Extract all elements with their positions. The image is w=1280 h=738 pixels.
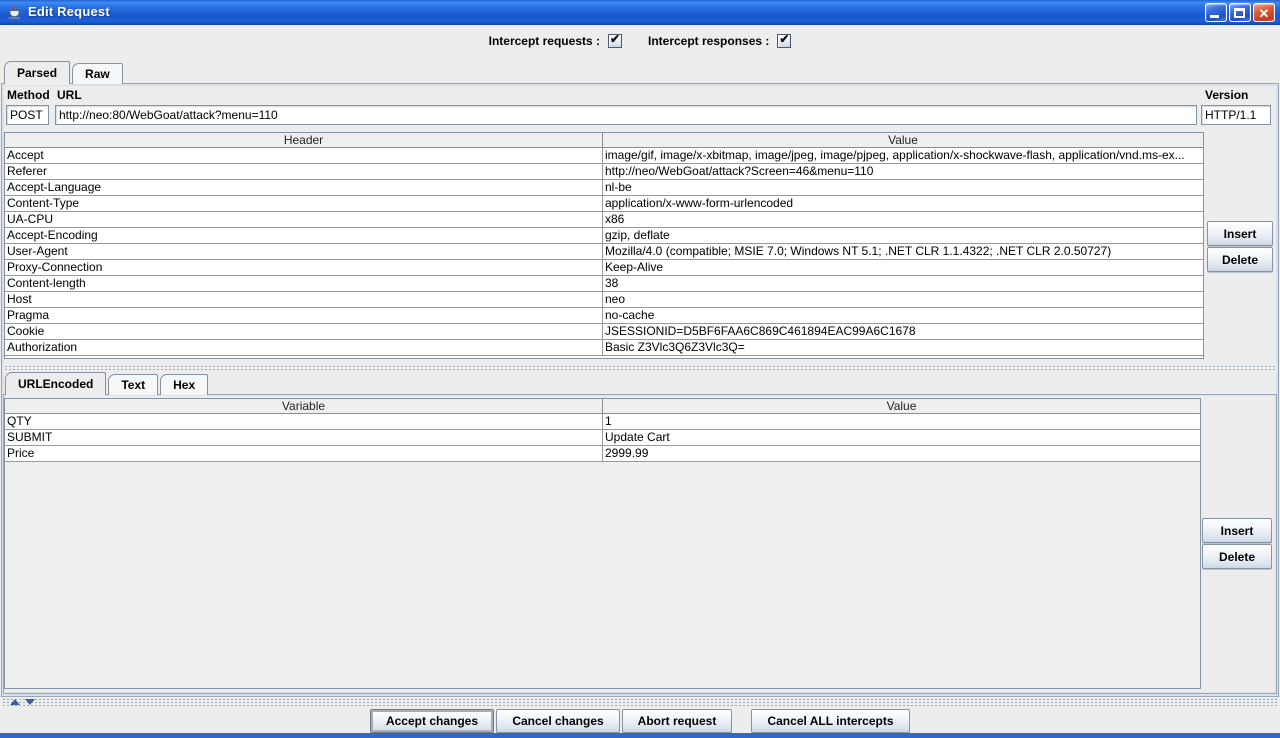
table-cell[interactable]: application/x-www-form-urlencoded — [603, 196, 1203, 211]
request-view-tabs: Parsed Raw — [4, 61, 123, 84]
tab-urlencoded[interactable]: URLEncoded — [5, 372, 106, 395]
table-cell[interactable]: Price — [5, 446, 603, 461]
table-row[interactable]: SUBMITUpdate Cart — [5, 430, 1200, 446]
table-row[interactable]: Price2999.99 — [5, 446, 1200, 462]
tab-raw[interactable]: Raw — [72, 63, 123, 84]
table-row[interactable]: AuthorizationBasic Z3Vlc3Q6Z3Vlc3Q= — [5, 340, 1203, 356]
abort-request-button[interactable]: Abort request — [622, 709, 732, 733]
split-divider-top[interactable] — [3, 364, 1277, 372]
table-cell[interactable]: Authorization — [5, 340, 603, 355]
table-row[interactable]: QTY1 — [5, 414, 1200, 430]
headers-delete-button[interactable]: Delete — [1207, 247, 1273, 272]
table-cell[interactable]: image/gif, image/x-xbitmap, image/jpeg, … — [603, 148, 1203, 163]
url-label: URL — [57, 88, 82, 102]
table-cell[interactable]: Content-Type — [5, 196, 603, 211]
table-row[interactable]: Hostneo — [5, 292, 1203, 308]
close-icon[interactable]: ✕ — [1253, 3, 1275, 22]
table-cell[interactable]: SUBMIT — [5, 430, 603, 445]
version-label: Version — [1205, 88, 1248, 102]
window-bottom-border — [0, 733, 1280, 738]
accept-changes-button[interactable]: Accept changes — [370, 709, 494, 733]
table-row[interactable]: Accept-Encodinggzip, deflate — [5, 228, 1203, 244]
table-row[interactable]: Content-Typeapplication/x-www-form-urlen… — [5, 196, 1203, 212]
table-cell[interactable]: User-Agent — [5, 244, 603, 259]
table-header-row: HeaderValue — [5, 133, 1203, 148]
footer-button-bar: Accept changes Cancel changes Abort requ… — [0, 706, 1280, 733]
url-input[interactable] — [55, 105, 1197, 125]
table-cell[interactable]: UA-CPU — [5, 212, 603, 227]
table-cell[interactable]: 1 — [603, 414, 1200, 429]
table-cell[interactable]: QTY — [5, 414, 603, 429]
table-row[interactable]: Pragmano-cache — [5, 308, 1203, 324]
intercept-requests-checkbox[interactable] — [608, 34, 622, 48]
java-cup-icon[interactable] — [6, 4, 23, 21]
content-view-tabs: URLEncoded Text Hex — [5, 372, 208, 395]
table-row[interactable]: UA-CPUx86 — [5, 212, 1203, 228]
window-title: Edit Request — [28, 4, 110, 19]
table-row[interactable]: CookieJSESSIONID=D5BF6FAA6C869C461894EAC… — [5, 324, 1203, 340]
table-cell[interactable]: Accept-Language — [5, 180, 603, 195]
minimize-icon[interactable] — [1205, 3, 1227, 22]
table-cell[interactable]: Pragma — [5, 308, 603, 323]
params-delete-button[interactable]: Delete — [1202, 544, 1272, 569]
intercept-responses-label: Intercept responses : — [648, 34, 769, 48]
table-cell[interactable]: Basic Z3Vlc3Q6Z3Vlc3Q= — [603, 340, 1203, 355]
headers-insert-button[interactable]: Insert — [1207, 221, 1273, 246]
params-insert-button[interactable]: Insert — [1202, 518, 1272, 543]
cancel-all-intercepts-button[interactable]: Cancel ALL intercepts — [751, 709, 910, 733]
table-row[interactable]: Refererhttp://neo/WebGoat/attack?Screen=… — [5, 164, 1203, 180]
table-cell[interactable]: JSESSIONID=D5BF6FAA6C869C461894EAC99A6C1… — [603, 324, 1203, 339]
intercept-options-bar: Intercept requests : Intercept responses… — [0, 25, 1280, 57]
column-header[interactable]: Header — [5, 133, 603, 147]
split-divider-bottom[interactable] — [1, 697, 1279, 706]
table-row[interactable]: Content-length38 — [5, 276, 1203, 292]
headers-table: HeaderValueAcceptimage/gif, image/x-xbit… — [4, 132, 1204, 359]
params-table: VariableValueQTY1SUBMITUpdate CartPrice2… — [4, 398, 1201, 689]
column-header[interactable]: Value — [603, 133, 1203, 147]
table-cell[interactable]: Update Cart — [603, 430, 1200, 445]
column-header[interactable]: Value — [603, 399, 1200, 413]
intercept-requests-label: Intercept requests : — [489, 34, 600, 48]
table-row[interactable]: Proxy-ConnectionKeep-Alive — [5, 260, 1203, 276]
table-cell[interactable]: nl-be — [603, 180, 1203, 195]
table-cell[interactable]: Proxy-Connection — [5, 260, 603, 275]
table-cell[interactable]: neo — [603, 292, 1203, 307]
intercept-responses-checkbox[interactable] — [777, 34, 791, 48]
tab-text[interactable]: Text — [108, 374, 158, 395]
table-cell[interactable]: Keep-Alive — [603, 260, 1203, 275]
cancel-changes-button[interactable]: Cancel changes — [496, 709, 620, 733]
table-cell[interactable]: http://neo/WebGoat/attack?Screen=46&menu… — [603, 164, 1203, 179]
maximize-icon[interactable] — [1229, 3, 1251, 22]
table-cell[interactable]: Accept — [5, 148, 603, 163]
table-cell[interactable]: x86 — [603, 212, 1203, 227]
table-cell[interactable]: 38 — [603, 276, 1203, 291]
table-cell[interactable]: Content-length — [5, 276, 603, 291]
version-input[interactable] — [1201, 105, 1271, 125]
table-cell[interactable]: Mozilla/4.0 (compatible; MSIE 7.0; Windo… — [603, 244, 1203, 259]
table-row[interactable]: Accept-Languagenl-be — [5, 180, 1203, 196]
method-input[interactable] — [6, 105, 49, 125]
table-cell[interactable]: gzip, deflate — [603, 228, 1203, 243]
table-cell[interactable]: 2999.99 — [603, 446, 1200, 461]
tab-parsed[interactable]: Parsed — [4, 61, 70, 84]
table-header-row: VariableValue — [5, 399, 1200, 414]
tab-hex[interactable]: Hex — [160, 374, 208, 395]
collapse-up-icon[interactable] — [10, 699, 20, 705]
collapse-down-icon[interactable] — [25, 699, 35, 705]
edit-request-window: Edit Request ✕ Intercept requests : Inte… — [0, 0, 1280, 738]
table-row[interactable]: Acceptimage/gif, image/x-xbitmap, image/… — [5, 148, 1203, 164]
table-cell[interactable]: Accept-Encoding — [5, 228, 603, 243]
table-cell[interactable]: Referer — [5, 164, 603, 179]
column-header[interactable]: Variable — [5, 399, 603, 413]
titlebar[interactable]: Edit Request ✕ — [0, 0, 1280, 25]
table-cell[interactable]: Cookie — [5, 324, 603, 339]
table-row[interactable]: User-AgentMozilla/4.0 (compatible; MSIE … — [5, 244, 1203, 260]
table-cell[interactable]: no-cache — [603, 308, 1203, 323]
table-cell[interactable]: Host — [5, 292, 603, 307]
method-label: Method — [7, 88, 50, 102]
